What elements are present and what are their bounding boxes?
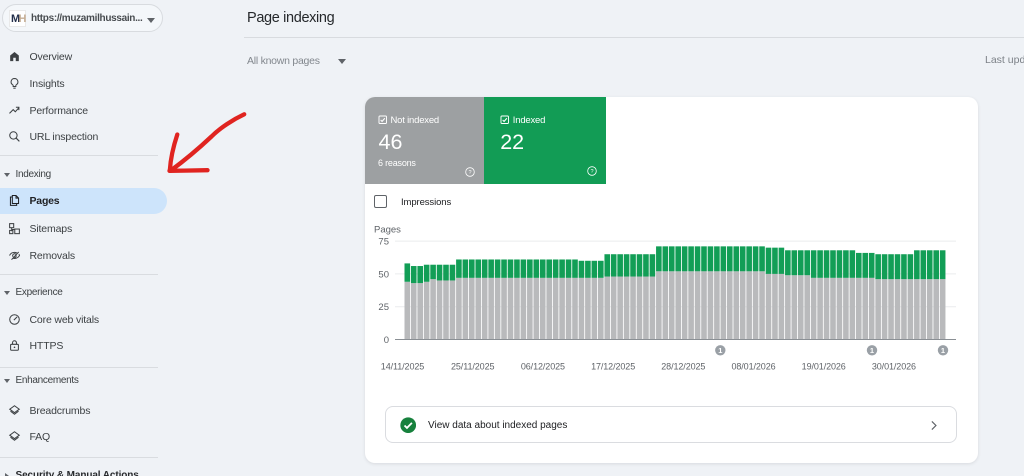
svg-text:28/12/2025: 28/12/2025 <box>661 362 705 372</box>
svg-text:17/12/2025: 17/12/2025 <box>591 362 635 372</box>
svg-text:0: 0 <box>384 335 389 346</box>
svg-text:1: 1 <box>941 346 945 355</box>
svg-text:25/11/2025: 25/11/2025 <box>451 362 494 372</box>
svg-text:?: ? <box>590 169 593 175</box>
svg-text:06/12/2025: 06/12/2025 <box>521 362 565 372</box>
svg-text:30/01/2026: 30/01/2026 <box>872 362 916 372</box>
svg-text:?: ? <box>468 170 471 176</box>
svg-text:14/11/2025: 14/11/2025 <box>381 362 424 372</box>
svg-text:08/01/2026: 08/01/2026 <box>731 362 775 372</box>
svg-text:Pages: Pages <box>374 225 401 236</box>
svg-text:1: 1 <box>870 346 874 355</box>
svg-text:1: 1 <box>718 346 722 355</box>
svg-text:25: 25 <box>378 302 389 313</box>
svg-text:19/01/2026: 19/01/2026 <box>802 362 846 372</box>
svg-text:75: 75 <box>378 237 389 248</box>
svg-text:50: 50 <box>378 269 389 280</box>
